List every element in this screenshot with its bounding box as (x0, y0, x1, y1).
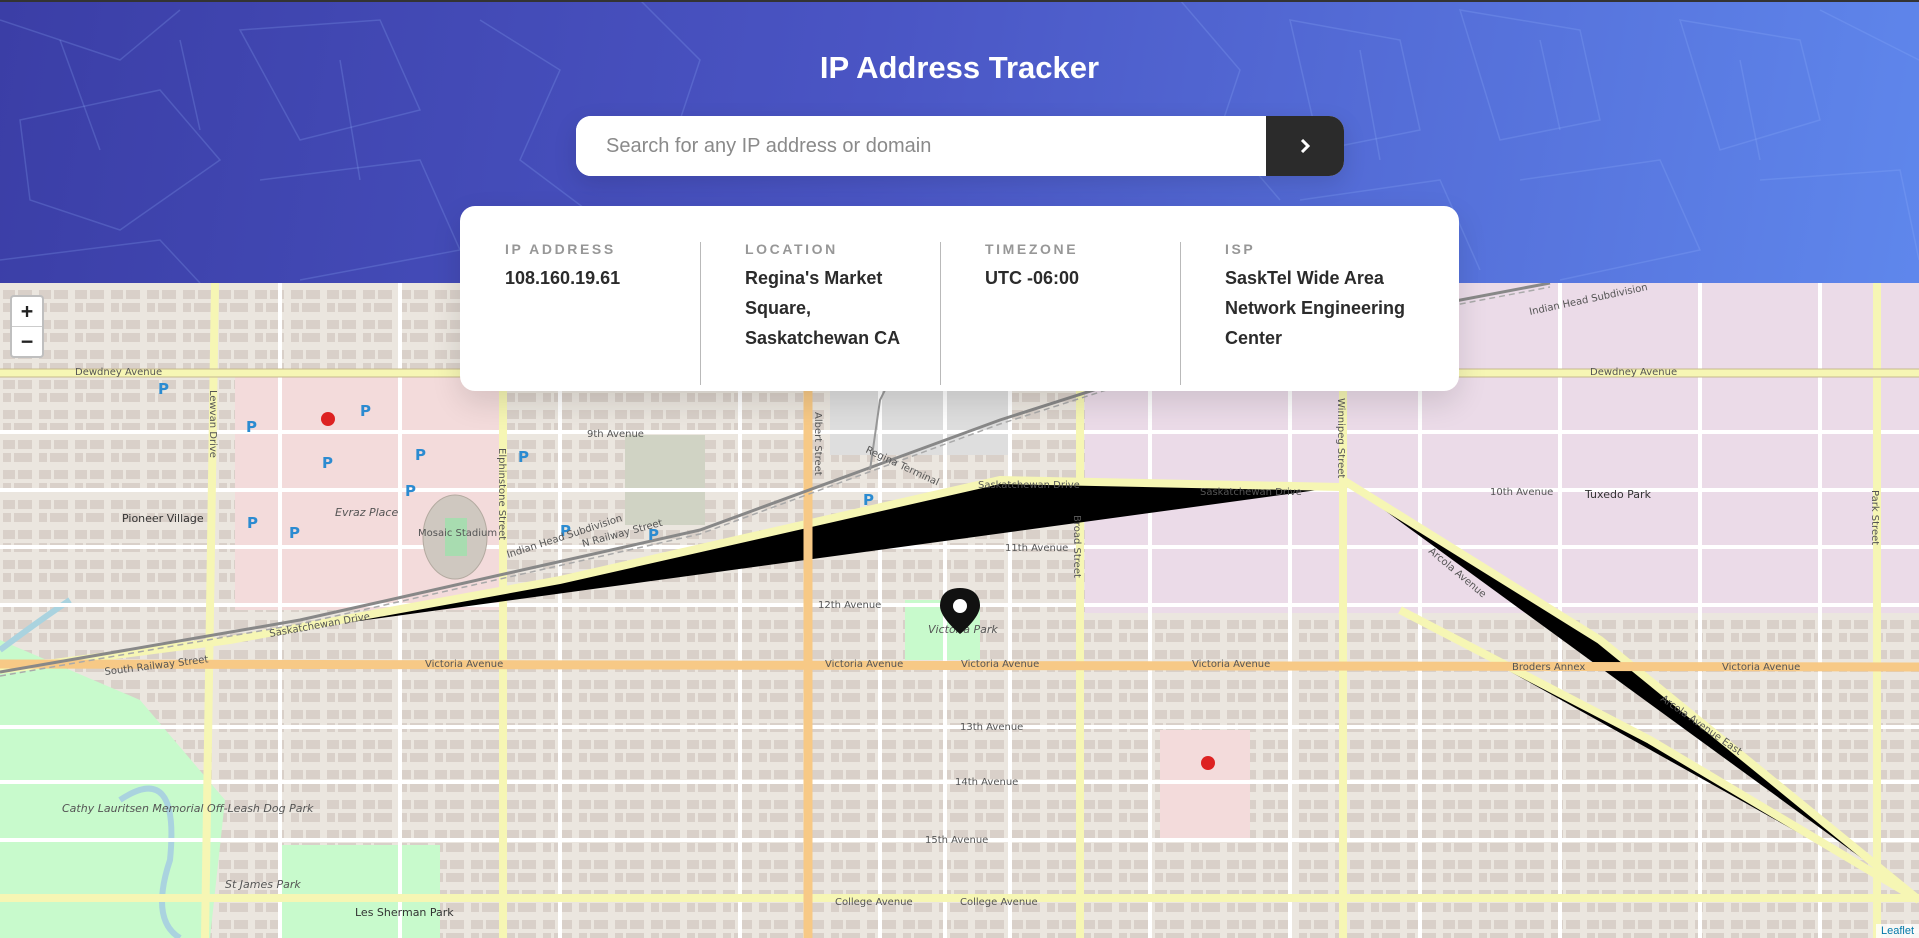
hospital-icon (1201, 756, 1215, 770)
svg-text:P: P (247, 514, 258, 532)
rail-yard-area (830, 385, 1010, 455)
hospital-icon (321, 412, 335, 426)
map-label: 15th Avenue (925, 835, 988, 846)
map-label: Elphinstone Street (496, 448, 507, 540)
info-card: IP ADDRESS 108.160.19.61 LOCATION Regina… (460, 206, 1459, 391)
map-label: Saskatchewan Drive (978, 480, 1080, 491)
zoom-in-button[interactable]: + (12, 297, 42, 326)
info-label: ISP (1225, 241, 1256, 257)
info-value: SaskTel Wide Area Network Engineering Ce… (1225, 268, 1406, 348)
page-title: IP Address Tracker (819, 50, 1100, 85)
map-label: 10th Avenue (1490, 487, 1553, 498)
map-label: Cathy Lauritsen Memorial Off-Leash Dog P… (62, 802, 314, 815)
map-label: College Avenue (835, 897, 913, 908)
map-label: Dewdney Avenue (75, 367, 162, 378)
svg-text:P: P (289, 524, 300, 542)
search-button[interactable] (1266, 116, 1344, 176)
svg-text:P: P (415, 446, 426, 464)
map-label: 9th Avenue (587, 429, 644, 440)
map-label: Albert Street (812, 412, 823, 476)
svg-text:P: P (360, 402, 371, 420)
map-label: Lewvan Drive (207, 390, 218, 458)
zoom-control: + − (10, 295, 44, 358)
map-label: Saskatchewan Drive (1200, 487, 1302, 498)
svg-text:P: P (246, 418, 257, 436)
map-label: 12th Avenue (818, 600, 881, 611)
search-bar (576, 116, 1344, 176)
info-value: UTC -06:00 (985, 268, 1080, 288)
map-label: Mosaic Stadium (418, 528, 497, 539)
info-label: IP ADDRESS (505, 241, 616, 257)
svg-text:P: P (518, 448, 529, 466)
map-label: 14th Avenue (955, 777, 1018, 788)
info-location: LOCATION Regina's Market Square, Saskatc… (700, 241, 940, 391)
map-label: College Avenue (960, 897, 1038, 908)
info-value: 108.160.19.61 (505, 268, 621, 288)
zoom-out-button[interactable]: − (12, 326, 42, 356)
map-label: Dewdney Avenue (1590, 367, 1677, 378)
svg-text:P: P (405, 482, 416, 500)
map-label: Broders Annex (1512, 662, 1585, 673)
map-label: Winnipeg Street (1335, 398, 1346, 478)
chevron-right-icon (1300, 139, 1310, 153)
svg-text:P: P (863, 491, 874, 509)
map-label: Tuxedo Park (1584, 488, 1652, 501)
map-label: 11th Avenue (1005, 543, 1068, 554)
map-label: Broad Street (1071, 515, 1082, 578)
info-timezone: TIMEZONE UTC -06:00 (940, 241, 1180, 391)
info-label: TIMEZONE (985, 241, 1079, 257)
svg-text:P: P (322, 454, 333, 472)
map-label: Victoria Avenue (1192, 659, 1270, 670)
hospital-area (1160, 730, 1250, 840)
top-border (0, 0, 1919, 2)
map-label: Park Street (1869, 490, 1880, 545)
map-label: Victoria Avenue (425, 659, 503, 670)
map-label: Evraz Place (335, 506, 398, 519)
map-label: Victoria Avenue (825, 659, 903, 670)
info-label: LOCATION (745, 241, 838, 257)
info-ip-address: IP ADDRESS 108.160.19.61 (460, 241, 700, 391)
search-input[interactable] (576, 116, 1266, 176)
map-label: 13th Avenue (960, 722, 1023, 733)
info-isp: ISP SaskTel Wide Area Network Engineerin… (1180, 241, 1420, 391)
les-sherman-park-area (280, 845, 440, 938)
svg-text:P: P (158, 380, 169, 398)
map-label: Victoria Avenue (961, 659, 1039, 670)
map-label: St James Park (225, 878, 301, 891)
map-label: Les Sherman Park (355, 906, 454, 919)
map-label: Pioneer Village (122, 512, 204, 525)
map-label: Victoria Avenue (1722, 662, 1800, 673)
info-value: Regina's Market Square, Saskatchewan CA (745, 268, 901, 348)
map-attribution[interactable]: Leaflet (1875, 924, 1919, 938)
stadium-area (625, 435, 705, 525)
